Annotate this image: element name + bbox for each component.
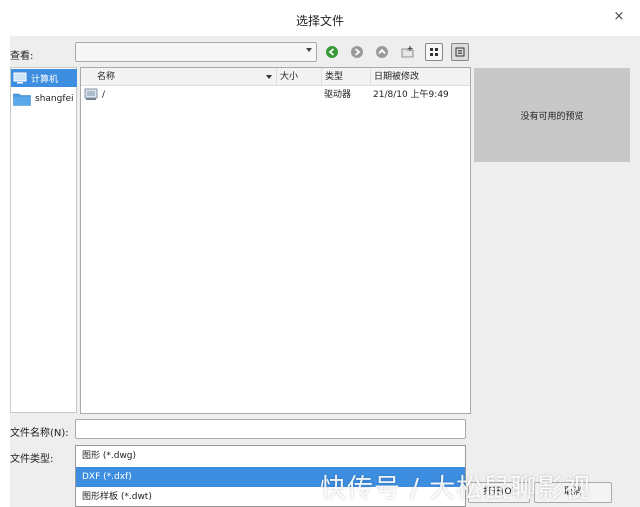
up-folder-button[interactable] [373,43,391,61]
column-header-size[interactable]: 大小 [277,68,322,86]
computer-icon [13,72,27,84]
new-folder-button[interactable] [399,43,417,61]
sidebar-item-label: 计算机 [31,74,59,85]
file-type: 驱动器 [324,90,352,100]
file-list: 名称 大小 类型 日期被修改 / 驱动器 21/8/10 上午9:49 [80,67,471,414]
back-arrow-icon [326,46,338,58]
sidebar-item-computer[interactable]: 计算机 [11,69,77,87]
window-title: 选择文件 [295,14,344,28]
look-in-combo[interactable] [75,42,317,62]
places-sidebar: 计算机 shangfei [10,67,77,413]
close-button[interactable]: × [612,10,626,24]
column-header-type[interactable]: 类型 [322,68,371,86]
list-header: 名称 大小 类型 日期被修改 [81,68,470,86]
table-row[interactable]: / 驱动器 21/8/10 上午9:49 [81,87,470,103]
file-name: / [102,90,106,100]
folder-icon [13,93,31,106]
filetype-label: 文件类型: [10,454,54,465]
up-arrow-icon [376,46,388,58]
column-header-modified[interactable]: 日期被修改 [371,68,470,86]
watermark-text: 快传号 / 大松鼠聊影视 [320,474,592,504]
file-modified: 21/8/10 上午9:49 [373,90,449,100]
back-button[interactable] [323,43,341,61]
preview-panel: 没有可用的预览 [474,68,630,162]
list-view-icon [455,47,465,57]
filename-input[interactable] [75,419,466,439]
new-folder-icon [401,46,414,58]
sidebar-item-shangfei[interactable]: shangfei [11,90,77,108]
preview-message: 没有可用的预览 [520,111,584,122]
icon-view-button[interactable] [425,43,443,61]
sort-down-icon [266,75,272,79]
filename-label: 文件名称(N): [10,428,69,439]
sidebar-item-label: shangfei [35,94,74,104]
forward-arrow-icon [351,46,363,58]
filetype-option-dwg[interactable]: 图形 (*.dwg) [76,446,465,466]
column-header-name[interactable]: 名称 [81,68,277,86]
drive-icon [84,88,98,100]
chevron-down-icon[interactable] [306,48,312,52]
forward-button[interactable] [348,43,366,61]
grid-view-icon [430,48,438,56]
look-in-label: 查看: [10,51,34,62]
title-bar: 选择文件 × [0,0,640,36]
detail-view-button[interactable] [451,43,469,61]
